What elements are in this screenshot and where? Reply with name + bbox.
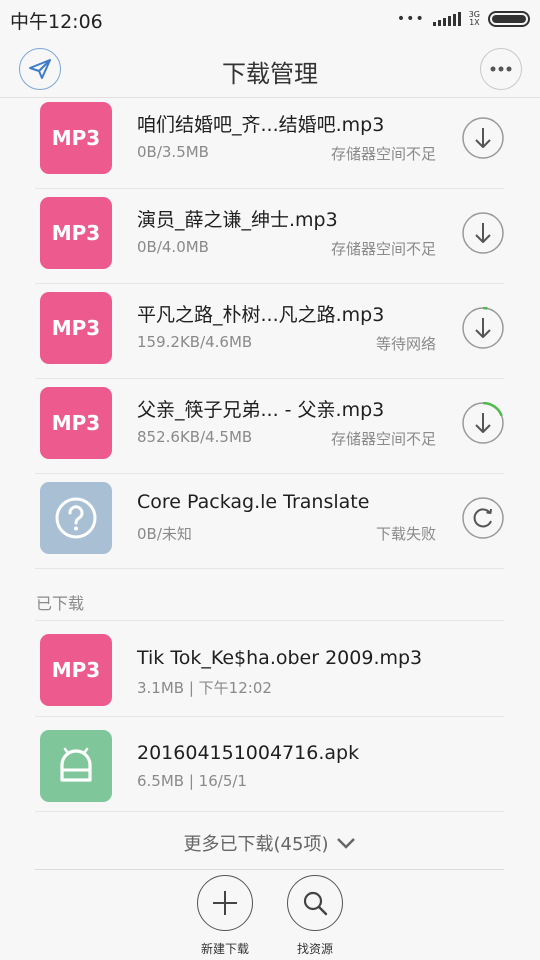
mp3-file-icon: MP3 <box>40 197 112 269</box>
status-time: 中午12:06 <box>10 11 103 33</box>
network-sub-label: 1X <box>469 18 480 27</box>
mp3-file-icon: MP3 <box>40 292 112 364</box>
download-item[interactable]: MP3 咱们结婚吧_齐...结婚吧.mp3 0B/3.5MB 存储器空间不足 <box>0 94 540 189</box>
mp3-file-icon: MP3 <box>40 634 112 706</box>
mp3-file-icon: MP3 <box>40 387 112 459</box>
file-name: Tik Tok_Ke$ha.ober 2009.mp3 <box>137 647 423 669</box>
new-download-button[interactable]: 新建下载 <box>195 875 255 957</box>
file-name: 演员_薛之谦_绅士.mp3 <box>137 209 338 231</box>
completed-item[interactable]: 201604151004716.apk 6.5MB | 16/5/1 <box>0 717 540 812</box>
file-name: 201604151004716.apk <box>137 742 360 764</box>
tile-label: MP3 <box>51 658 101 682</box>
status-icons: ••• 3G 1X <box>397 9 530 29</box>
tile-label: MP3 <box>51 126 101 150</box>
section-label-downloaded: 已下载 <box>36 594 85 613</box>
download-status: 等待网络 <box>375 335 436 353</box>
file-name: 咱们结婚吧_齐...结婚吧.mp3 <box>137 114 385 136</box>
more-dots-icon <box>490 66 512 72</box>
search-icon <box>303 891 328 916</box>
status-bar: 中午12:06 ••• 3G 1X <box>0 0 540 38</box>
tile-label: MP3 <box>51 221 101 245</box>
download-icon[interactable] <box>462 402 504 444</box>
file-name: Core Packag.le Translate <box>137 491 370 513</box>
download-item[interactable]: Core Packag.le Translate 0B/未知 下载失败 <box>0 474 540 569</box>
file-meta: 6.5MB | 16/5/1 <box>137 772 247 790</box>
plus-icon <box>213 891 237 915</box>
section-divider <box>35 620 504 621</box>
download-status: 存储器空间不足 <box>330 145 436 163</box>
chevron-down-icon <box>337 838 356 849</box>
more-downloaded-button[interactable]: 更多已下载(45项) <box>0 830 540 856</box>
unknown-file-icon <box>40 482 112 554</box>
download-item[interactable]: MP3 平凡之路_朴树...凡之路.mp3 159.2KB/4.6MB 等待网络 <box>0 284 540 379</box>
network-type: 3G 1X <box>469 11 480 27</box>
file-size: 852.6KB/4.5MB <box>137 428 253 446</box>
tile-label: MP3 <box>51 316 101 340</box>
more-downloaded-label: 更多已下载(45项) <box>183 834 329 855</box>
apk-file-icon <box>40 730 112 802</box>
download-status: 存储器空间不足 <box>330 240 436 258</box>
file-size: 159.2KB/4.6MB <box>137 333 253 351</box>
page-title: 下载管理 <box>222 60 318 88</box>
download-icon[interactable] <box>462 307 504 349</box>
download-status: 下载失败 <box>375 525 436 543</box>
more-options-button[interactable] <box>480 48 522 90</box>
android-icon <box>60 747 92 782</box>
retry-icon[interactable] <box>462 497 504 539</box>
header: 下载管理 <box>0 38 540 98</box>
file-size: 0B/未知 <box>137 525 192 543</box>
new-download-label: 新建下载 <box>200 942 249 956</box>
find-resources-button[interactable]: 找资源 <box>285 875 345 957</box>
mp3-file-icon: MP3 <box>40 102 112 174</box>
find-resources-label: 找资源 <box>296 942 333 956</box>
file-name: 平凡之路_朴树...凡之路.mp3 <box>137 304 385 326</box>
question-icon <box>55 497 97 539</box>
file-name: 父亲_筷子兄弟... - 父亲.mp3 <box>137 399 385 421</box>
battery-icon <box>488 11 530 27</box>
signal-icon <box>432 12 461 26</box>
tile-label: MP3 <box>51 411 101 435</box>
completed-item[interactable]: MP3 Tik Tok_Ke$ha.ober 2009.mp3 3.1MB | … <box>0 622 540 717</box>
download-item[interactable]: MP3 演员_薛之谦_绅士.mp3 0B/4.0MB 存储器空间不足 <box>0 189 540 284</box>
notification-dots-icon: ••• <box>396 11 425 27</box>
download-icon[interactable] <box>462 212 504 254</box>
bottom-bar: 新建下载 找资源 <box>0 870 540 960</box>
download-status: 存储器空间不足 <box>330 430 436 448</box>
find-resources-circle[interactable] <box>287 875 343 931</box>
download-item[interactable]: MP3 父亲_筷子兄弟... - 父亲.mp3 852.6KB/4.5MB 存储… <box>0 379 540 474</box>
file-size: 0B/4.0MB <box>137 238 209 256</box>
new-download-circle[interactable] <box>197 875 253 931</box>
file-meta: 3.1MB | 下午12:02 <box>137 679 272 697</box>
download-icon[interactable] <box>462 117 504 159</box>
file-size: 0B/3.5MB <box>137 143 209 161</box>
